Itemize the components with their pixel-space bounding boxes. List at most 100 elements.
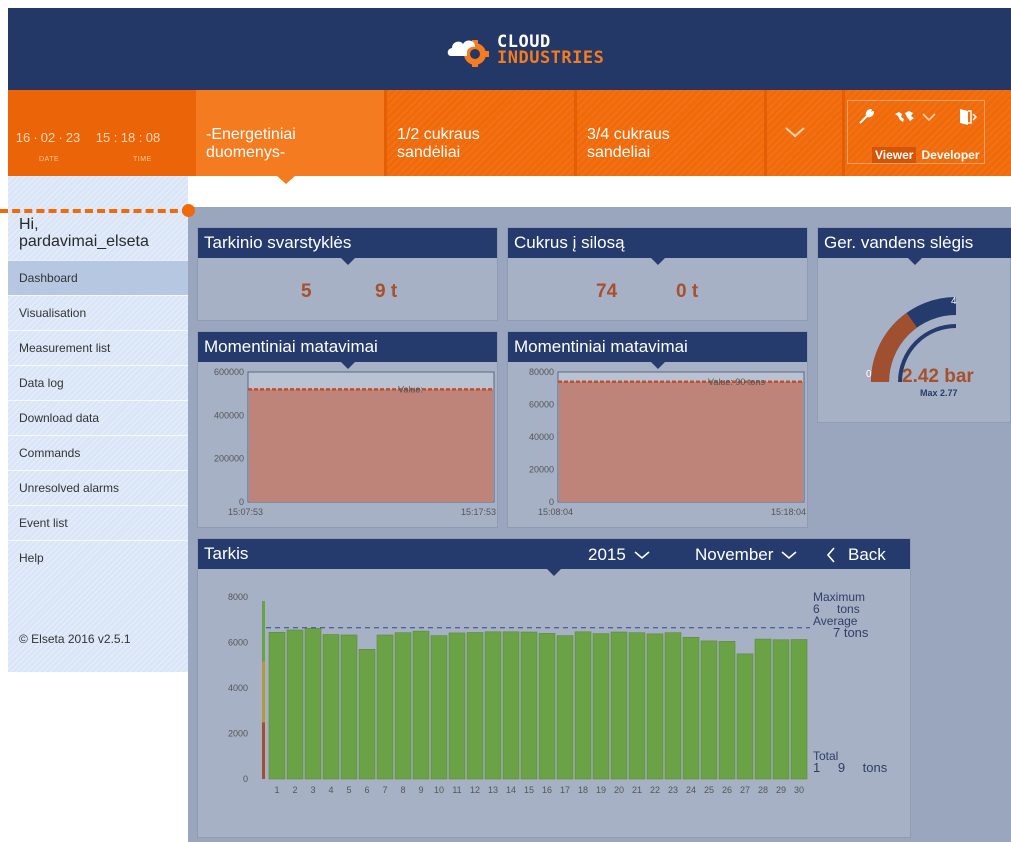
widget-title: Tarkis — [204, 544, 249, 563]
x-tick-label: 19 — [596, 785, 606, 795]
sidebar-item-visualisation[interactable]: Visualisation — [8, 295, 188, 330]
x-tick-label: 30 — [794, 785, 804, 795]
widget-title: Momentiniai matavimai — [198, 332, 497, 369]
app-header: CLOUD INDUSTRIES — [8, 8, 1011, 90]
role-developer-button[interactable]: Developer — [918, 147, 982, 163]
bar — [772, 639, 790, 780]
total-value: 1 9 tons — [813, 760, 888, 775]
cloud-industries-logo[interactable]: CLOUD INDUSTRIES — [445, 32, 604, 68]
bar — [376, 634, 394, 780]
bar — [664, 632, 682, 780]
logout-door-icon[interactable] — [957, 107, 977, 127]
y-tick-label: 40000 — [529, 432, 554, 442]
y-tick-label: 0 — [243, 774, 248, 784]
date-label: DATE — [39, 156, 60, 163]
wrench-icon[interactable] — [857, 108, 875, 126]
widget-title: Cukrus į silosą — [508, 228, 807, 265]
widget-momentiniai-matavimai-2[interactable]: Momentiniai matavimai 80000 60000 40000 200… — [507, 331, 808, 528]
widget-tarkis[interactable]: Tarkis 2015 November Back 8000 6000 4000 20… — [197, 538, 911, 838]
language-map-icon[interactable] — [893, 108, 939, 126]
level-strip-red — [262, 722, 265, 779]
cloud-gear-icon — [447, 40, 489, 67]
sidebar-item-event-list[interactable]: Event list — [8, 505, 188, 540]
bar — [502, 631, 520, 780]
sidebar-item-measurement-list[interactable]: Measurement list — [8, 330, 188, 365]
greeting: Hi, — [19, 216, 39, 233]
sidebar-item-data-log[interactable]: Data log — [8, 365, 188, 400]
value-annotation: Value: — [398, 384, 423, 394]
role-viewer-button[interactable]: Viewer — [872, 147, 917, 163]
sidebar-item-commands[interactable]: Commands — [8, 435, 188, 470]
widget-value: 5 — [301, 281, 312, 302]
bar — [754, 638, 772, 780]
month-value: November — [695, 545, 774, 564]
bar — [520, 631, 538, 780]
chevron-down-icon — [634, 551, 650, 560]
y-tick-label: 600000 — [214, 367, 244, 377]
bar — [610, 631, 628, 780]
y-tick-label: 8000 — [228, 592, 248, 602]
x-tick-label: 29 — [776, 785, 786, 795]
widget-value-unit: 0 t — [676, 281, 699, 302]
datetime-clock: 16 · 02 · 23 15 : 18 : 08 DATE TIME — [8, 90, 196, 176]
year-select[interactable]: 2015 — [588, 545, 650, 565]
level-strip-green — [262, 601, 265, 662]
tab-cukraus-sandeliai-1-2[interactable]: 1/2 cukraus sandėliai — [387, 90, 574, 176]
bar — [286, 629, 304, 780]
x-tick-label: 21 — [632, 785, 642, 795]
sidebar-menu: Dashboard Visualisation Measurement list… — [8, 260, 188, 575]
x-tick-label: 15:18:04 — [771, 507, 806, 517]
bar — [592, 633, 610, 780]
x-tick-label: 9 — [418, 785, 423, 795]
x-tick-label: 22 — [650, 785, 660, 795]
more-tabs-chevron-icon[interactable] — [784, 125, 806, 139]
x-tick-label: 2 — [292, 785, 297, 795]
gauge-max-label: Max 2.77 — [920, 388, 958, 398]
gauge-min-tick: 0 — [866, 369, 872, 380]
sidebar: Hi, pardavimai_elseta Dashboard Visualis… — [8, 176, 188, 672]
y-tick-label: 400000 — [214, 410, 244, 420]
pressure-gauge: 0 4 2.42 bar Max 2.77 — [866, 296, 974, 398]
y-tick-label: 6000 — [228, 638, 248, 648]
widget-cukrus-i-silosa[interactable]: Cukrus į silosą 74 0 t — [507, 227, 808, 321]
sidebar-item-help[interactable]: Help — [8, 540, 188, 575]
widget-ger-vandens-slegis[interactable]: Ger. vandens slėgis 0 4 2.42 bar Max 2.7… — [817, 227, 1011, 423]
x-tick-label: 15:07:53 — [228, 507, 263, 517]
bar — [358, 649, 376, 780]
tab-label-line2: sandėliai — [397, 144, 461, 161]
bar — [484, 631, 502, 780]
x-tick-label: 6 — [364, 785, 369, 795]
x-tick-label: 27 — [740, 785, 750, 795]
tarkis-total: Total 1 9 tons — [813, 750, 887, 774]
bar — [538, 633, 556, 780]
month-select[interactable]: November — [695, 545, 797, 565]
area-fill — [559, 381, 803, 502]
sidebar-item-dashboard[interactable]: Dashboard — [8, 260, 188, 295]
widget-tarkinio-svarstykles[interactable]: Tarkinio svarstyklės 5 9 t — [197, 227, 498, 321]
sidebar-item-download-data[interactable]: Download data — [8, 400, 188, 435]
time-second: 08 — [145, 130, 161, 145]
widget-momentiniai-matavimai-1[interactable]: Momentiniai matavimai 600000 400000 200000… — [197, 331, 498, 528]
x-tick-label: 20 — [614, 785, 624, 795]
tarkis-header: Tarkis — [198, 539, 910, 576]
back-button[interactable]: Back — [826, 545, 886, 565]
bar — [412, 630, 430, 780]
bar — [448, 632, 466, 780]
x-tick-label: 12 — [470, 785, 480, 795]
time-label: TIME — [133, 156, 152, 163]
tab-label-line1: -Energetiniai — [206, 126, 296, 143]
y-tick-label: 200000 — [214, 454, 244, 464]
x-tick-label: 10 — [434, 785, 444, 795]
x-tick-label: 7 — [382, 785, 387, 795]
bar — [736, 653, 754, 780]
tab-cukraus-sandeliai-3-4[interactable]: 3/4 cukraus sandeliai — [577, 90, 764, 176]
bar — [790, 639, 808, 780]
bar — [394, 632, 412, 780]
sidebar-item-unresolved-alarms[interactable]: Unresolved alarms — [8, 470, 188, 505]
widget-title: Ger. vandens slėgis — [818, 228, 1011, 265]
bar — [682, 636, 700, 780]
y-tick-label: 4000 — [228, 683, 248, 693]
tab-energetiniai-duomenys[interactable]: -Energetiniai duomenys- — [196, 90, 384, 184]
copyright: © Elseta 2016 v2.5.1 — [19, 632, 131, 646]
bar-chart: 800060004000200001 2 3 4 5 6 7 8 9 10 11 12 13 14 15 16… — [228, 592, 810, 795]
